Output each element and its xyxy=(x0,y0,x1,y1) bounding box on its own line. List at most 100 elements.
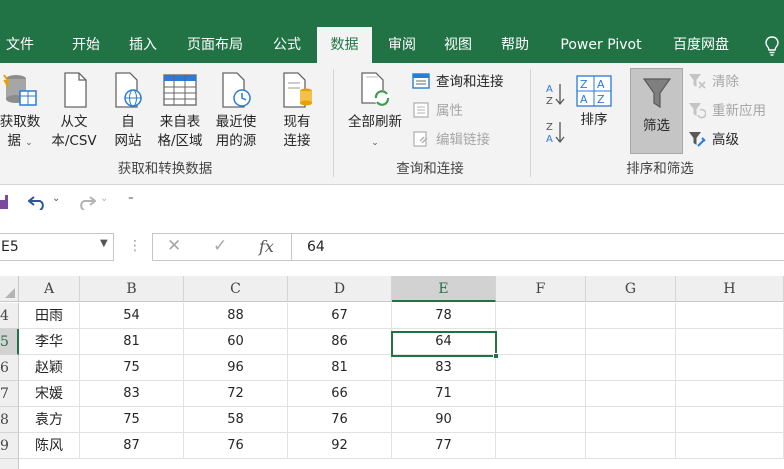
cell-g4[interactable] xyxy=(586,303,676,329)
tab-view[interactable]: 视图 xyxy=(433,27,483,63)
cell-c8[interactable]: 58 xyxy=(184,407,288,433)
column-header-f[interactable]: F xyxy=(496,276,586,302)
column-header-e[interactable]: E xyxy=(392,276,496,302)
tab-home[interactable]: 开始 xyxy=(60,27,112,63)
undo-icon[interactable] xyxy=(28,194,48,210)
from-text-csv-button[interactable]: 从文 本/CSV xyxy=(46,71,102,151)
worksheet-grid[interactable]: A B C D E F G H 4 田雨 54 88 67 78 5 李华 81 60 86 64 6 赵颖 75 96 81 8… xyxy=(0,276,784,469)
cell-e9[interactable]: 77 xyxy=(392,433,496,459)
name-box-dropdown-icon[interactable]: ▼ xyxy=(100,238,108,249)
row-header-5[interactable]: 5 xyxy=(0,329,19,355)
cell-a9[interactable]: 陈风 xyxy=(19,433,80,459)
row-header-next[interactable] xyxy=(0,459,19,469)
cell-h6[interactable] xyxy=(676,355,784,381)
row-header-6[interactable]: 6 xyxy=(0,355,19,381)
cell-c5[interactable]: 60 xyxy=(184,329,288,355)
cell-d5[interactable]: 86 xyxy=(288,329,392,355)
cell-c7[interactable]: 72 xyxy=(184,381,288,407)
row-header-8[interactable]: 8 xyxy=(0,407,19,433)
cell-g8[interactable] xyxy=(586,407,676,433)
cell-b9[interactable]: 87 xyxy=(80,433,184,459)
from-table-range-button[interactable]: 来自表 格/区域 xyxy=(152,71,208,151)
cell-h5[interactable] xyxy=(676,329,784,355)
cell-a5[interactable]: 李华 xyxy=(19,329,80,355)
tab-review[interactable]: 审阅 xyxy=(377,27,427,63)
from-web-button[interactable]: 自 网站 xyxy=(108,71,148,151)
fill-handle[interactable] xyxy=(493,353,499,359)
tab-insert[interactable]: 插入 xyxy=(118,27,168,63)
edit-links-button[interactable]: 编辑链接 xyxy=(412,129,490,151)
cell-g7[interactable] xyxy=(586,381,676,407)
cell-e7[interactable]: 71 xyxy=(392,381,496,407)
cell-f8[interactable] xyxy=(496,407,586,433)
cell-f4[interactable] xyxy=(496,303,586,329)
tab-baidu-netdisk[interactable]: 百度网盘 xyxy=(661,27,741,63)
refresh-all-button[interactable]: 全部刷新 ⌄ xyxy=(340,71,410,153)
cell-g5[interactable] xyxy=(586,329,676,355)
cell-a6[interactable]: 赵颖 xyxy=(19,355,80,381)
redo-icon[interactable] xyxy=(76,194,96,210)
cell-d6[interactable]: 81 xyxy=(288,355,392,381)
queries-connections-button[interactable]: 查询和连接 xyxy=(412,71,504,93)
cell-b5[interactable]: 81 xyxy=(80,329,184,355)
tab-page-layout[interactable]: 页面布局 xyxy=(175,27,255,63)
cell-h4[interactable] xyxy=(676,303,784,329)
cell-b8[interactable]: 75 xyxy=(80,407,184,433)
sort-ascending-button[interactable]: A Z xyxy=(545,81,567,111)
cell-f6[interactable] xyxy=(496,355,586,381)
formula-input[interactable]: 64 xyxy=(292,233,784,261)
column-header-g[interactable]: G xyxy=(586,276,676,302)
cell-h8[interactable] xyxy=(676,407,784,433)
column-header-a[interactable]: A xyxy=(19,276,80,302)
customize-qat-icon[interactable]: ⁼ xyxy=(128,193,134,206)
cell-h7[interactable] xyxy=(676,381,784,407)
reapply-button[interactable]: 重新应用 xyxy=(688,100,766,122)
tab-power-pivot[interactable]: Power Pivot xyxy=(549,27,653,63)
cell-c6[interactable]: 96 xyxy=(184,355,288,381)
select-all-corner[interactable] xyxy=(0,276,19,302)
cell-b7[interactable]: 83 xyxy=(80,381,184,407)
save-icon[interactable] xyxy=(0,194,10,210)
cell-g9[interactable] xyxy=(586,433,676,459)
tab-formulas[interactable]: 公式 xyxy=(262,27,312,63)
cell-a4[interactable]: 田雨 xyxy=(19,303,80,329)
cell-f9[interactable] xyxy=(496,433,586,459)
cell-a7[interactable]: 宋媛 xyxy=(19,381,80,407)
cell-d7[interactable]: 66 xyxy=(288,381,392,407)
clear-filter-button[interactable]: 清除 xyxy=(688,71,739,93)
cell-c9[interactable]: 76 xyxy=(184,433,288,459)
cell-d9[interactable]: 92 xyxy=(288,433,392,459)
cell-a8[interactable]: 袁方 xyxy=(19,407,80,433)
undo-dropdown-icon[interactable]: ⌄ xyxy=(52,193,60,204)
redo-dropdown-icon[interactable]: ⌄ xyxy=(100,193,108,204)
cell-f5[interactable] xyxy=(496,329,586,355)
filter-button[interactable]: 筛选 xyxy=(630,68,683,154)
existing-connections-button[interactable]: 现有 连接 xyxy=(274,71,320,151)
cell-d4[interactable]: 67 xyxy=(288,303,392,329)
row-header-9[interactable]: 9 xyxy=(0,433,19,459)
cell-h9[interactable] xyxy=(676,433,784,459)
recent-sources-button[interactable]: 最近使 用的源 xyxy=(208,71,264,151)
row-header-4[interactable]: 4 xyxy=(0,303,19,329)
cancel-icon[interactable]: ✕ xyxy=(167,236,181,256)
cell-c4[interactable]: 88 xyxy=(184,303,288,329)
column-header-d[interactable]: D xyxy=(288,276,392,302)
cell-b6[interactable]: 75 xyxy=(80,355,184,381)
column-header-b[interactable]: B xyxy=(80,276,184,302)
tab-help[interactable]: 帮助 xyxy=(490,27,540,63)
enter-check-icon[interactable]: ✓ xyxy=(213,236,227,256)
cell-d8[interactable]: 76 xyxy=(288,407,392,433)
sort-button[interactable]: Z A A Z 排序 xyxy=(574,75,614,130)
name-box[interactable]: E5 xyxy=(0,233,114,261)
lightbulb-icon[interactable] xyxy=(764,36,780,56)
row-header-7[interactable]: 7 xyxy=(0,381,19,407)
tab-file[interactable]: 文件 xyxy=(0,27,40,63)
column-header-c[interactable]: C xyxy=(184,276,288,302)
cell-g6[interactable] xyxy=(586,355,676,381)
cell-e6[interactable]: 83 xyxy=(392,355,496,381)
cell-e4[interactable]: 78 xyxy=(392,303,496,329)
advanced-filter-button[interactable]: 高级 xyxy=(688,129,739,151)
cell-e8[interactable]: 90 xyxy=(392,407,496,433)
properties-button[interactable]: 属性 xyxy=(412,100,463,122)
cell-f7[interactable] xyxy=(496,381,586,407)
